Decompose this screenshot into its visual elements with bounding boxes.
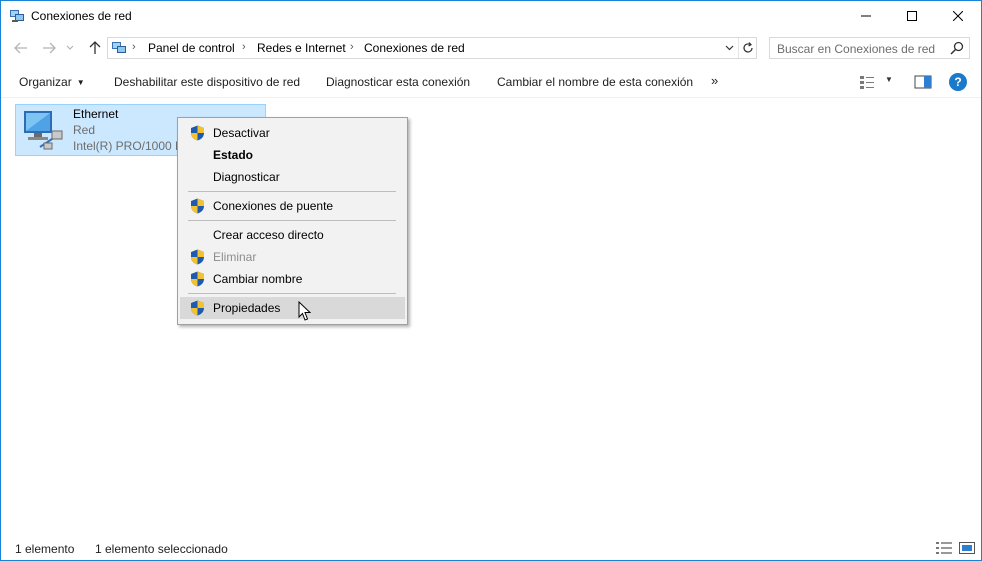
menu-item-disable[interactable]: Desactivar [180,122,405,144]
uac-shield-icon [191,249,204,265]
search-box[interactable]: Buscar en Conexiones de red [769,37,970,59]
close-button[interactable] [935,1,981,31]
caret-down-icon: ▼ [76,78,85,87]
menu-item-label: Crear acceso directo [213,228,324,242]
disable-device-button[interactable]: Deshabilitar este dispositivo de red [114,75,300,89]
back-button[interactable] [11,39,31,57]
mouse-cursor-icon [298,301,311,321]
menu-item-bridge-connections[interactable]: Conexiones de puente [180,195,405,217]
close-icon [953,11,963,21]
search-icon[interactable] [950,41,964,55]
explorer-window: Conexiones de red › Panel de control › R… [0,0,982,561]
preview-pane-icon[interactable] [914,74,932,90]
menu-item-label: Conexiones de puente [213,199,334,213]
connections-list: Ethernet Red Intel(R) PRO/1000 M [1,98,981,532]
menu-item-diagnose[interactable]: Diagnosticar [180,166,405,188]
maximize-icon [907,11,917,21]
menu-item-label: Estado [213,148,254,162]
menu-item-properties[interactable]: Propiedades [180,297,405,319]
organize-menu[interactable]: Organizar ▼ [19,75,85,89]
search-placeholder: Buscar en Conexiones de red [777,42,936,56]
menu-item-label: Diagnosticar [213,170,280,184]
uac-shield-icon [191,198,204,214]
connection-status: Red [73,123,96,137]
minimize-button[interactable] [843,1,889,31]
network-adapter-icon [24,111,63,150]
uac-shield-icon [191,271,204,287]
help-icon[interactable]: ? [949,73,967,91]
menu-item-label: Cambiar nombre [213,272,303,286]
network-connections-icon [112,42,126,53]
refresh-button[interactable] [738,38,756,58]
menu-item-label: Eliminar [213,250,257,264]
view-options-caret-icon[interactable]: ▼ [885,75,893,84]
title-bar[interactable]: Conexiones de red [1,1,981,31]
menu-item-status[interactable]: Estado [180,144,405,166]
menu-item-create-shortcut[interactable]: Crear acceso directo [180,224,405,246]
arrow-up-icon [89,41,101,54]
details-view-icon[interactable] [936,542,952,554]
menu-separator [188,220,396,221]
connection-name: Ethernet [73,107,119,121]
address-bar[interactable]: › Panel de control › Redes e Internet › … [107,37,757,59]
status-bar: 1 elemento 1 elemento seleccionado [1,532,981,560]
context-menu: Desactivar Estado Diagnosticar Conexione… [177,117,408,325]
item-count: 1 elemento [15,542,75,556]
command-bar: Organizar ▼ Deshabilitar este dispositivo… [1,66,981,98]
recent-locations-button[interactable] [63,39,77,57]
chevron-right-icon[interactable]: › [350,41,354,53]
chevron-down-icon [66,45,74,50]
up-button[interactable] [85,39,105,57]
more-commands-button[interactable]: » [711,73,718,88]
arrow-right-icon [43,42,56,54]
large-icons-view-icon[interactable] [959,542,975,554]
maximize-button[interactable] [889,1,935,31]
arrow-left-icon [14,42,27,54]
menu-item-label: Desactivar [213,126,270,140]
selected-count: 1 elemento seleccionado [95,542,228,556]
breadcrumb-network-internet[interactable]: Redes e Internet [257,41,346,55]
menu-item-label: Propiedades [213,301,281,315]
chevron-right-icon[interactable]: › [242,41,246,53]
diagnose-connection-button[interactable]: Diagnosticar esta conexión [326,75,470,89]
organize-label: Organizar [19,75,72,89]
minimize-icon [861,15,871,17]
menu-item-rename[interactable]: Cambiar nombre [180,268,405,290]
address-history-button[interactable] [720,38,738,58]
window-title: Conexiones de red [31,9,132,23]
chevron-down-icon [725,45,733,51]
uac-shield-icon [191,125,204,141]
breadcrumb-control-panel[interactable]: Panel de control [148,41,235,55]
forward-button[interactable] [39,39,59,57]
uac-shield-icon [191,300,204,316]
refresh-icon [742,42,753,53]
change-view-icon[interactable] [859,74,875,90]
menu-separator [188,293,396,294]
network-connections-icon [10,10,24,22]
address-row: › Panel de control › Redes e Internet › … [1,31,981,66]
rename-connection-button[interactable]: Cambiar el nombre de esta conexión [497,75,693,89]
menu-separator [188,191,396,192]
breadcrumb-network-connections[interactable]: Conexiones de red [364,41,465,55]
chevron-right-icon[interactable]: › [132,41,136,53]
menu-item-delete: Eliminar [180,246,405,268]
